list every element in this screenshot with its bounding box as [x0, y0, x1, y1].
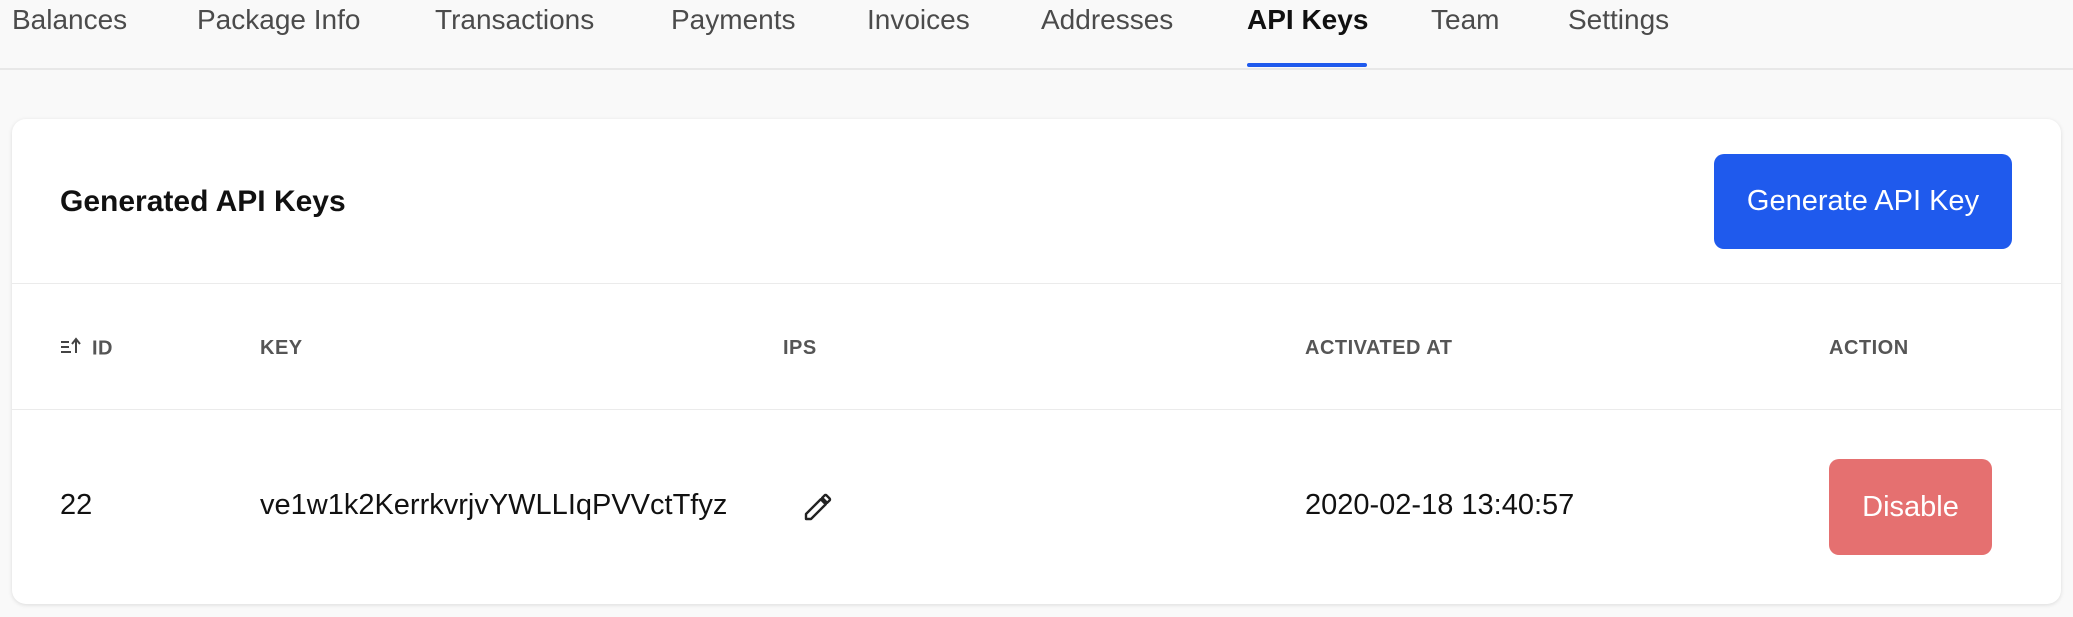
- column-header-activated-at: ACTIVATED AT: [1305, 337, 1453, 359]
- tab-bar: Balances Package Info Transactions Payme…: [0, 0, 2073, 70]
- api-keys-card: Generated API Keys Generate API Key ID K…: [12, 119, 2061, 604]
- cell-key: ve1w1k2KerrkvrjvYWLLIqPVVctTfyz: [260, 489, 728, 521]
- tab-package-info[interactable]: Package Info: [197, 4, 360, 70]
- tab-invoices[interactable]: Invoices: [867, 4, 970, 70]
- column-header-id-label: ID: [92, 337, 113, 360]
- column-header-key: KEY: [260, 337, 303, 359]
- generate-api-key-button[interactable]: Generate API Key: [1714, 154, 2012, 249]
- tab-balances[interactable]: Balances: [12, 4, 127, 70]
- pencil-icon[interactable]: [802, 491, 834, 523]
- tab-addresses[interactable]: Addresses: [1041, 4, 1173, 70]
- column-header-id[interactable]: ID: [60, 337, 113, 361]
- tab-transactions[interactable]: Transactions: [435, 4, 594, 70]
- active-tab-indicator: [1247, 63, 1367, 67]
- sort-ascending-icon[interactable]: [60, 337, 82, 361]
- tab-settings[interactable]: Settings: [1568, 4, 1669, 70]
- card-title: Generated API Keys: [60, 185, 346, 218]
- cell-activated-at: 2020-02-18 13:40:57: [1305, 489, 1575, 521]
- tab-team[interactable]: Team: [1431, 4, 1499, 70]
- tab-payments[interactable]: Payments: [671, 4, 796, 70]
- tab-api-keys[interactable]: API Keys: [1247, 4, 1368, 70]
- column-header-ips: IPS: [783, 337, 817, 359]
- header-divider: [12, 283, 2061, 284]
- cell-id: 22: [60, 489, 93, 521]
- row-divider: [12, 409, 2061, 410]
- column-header-action: ACTION: [1829, 337, 1909, 359]
- disable-button[interactable]: Disable: [1829, 459, 1992, 555]
